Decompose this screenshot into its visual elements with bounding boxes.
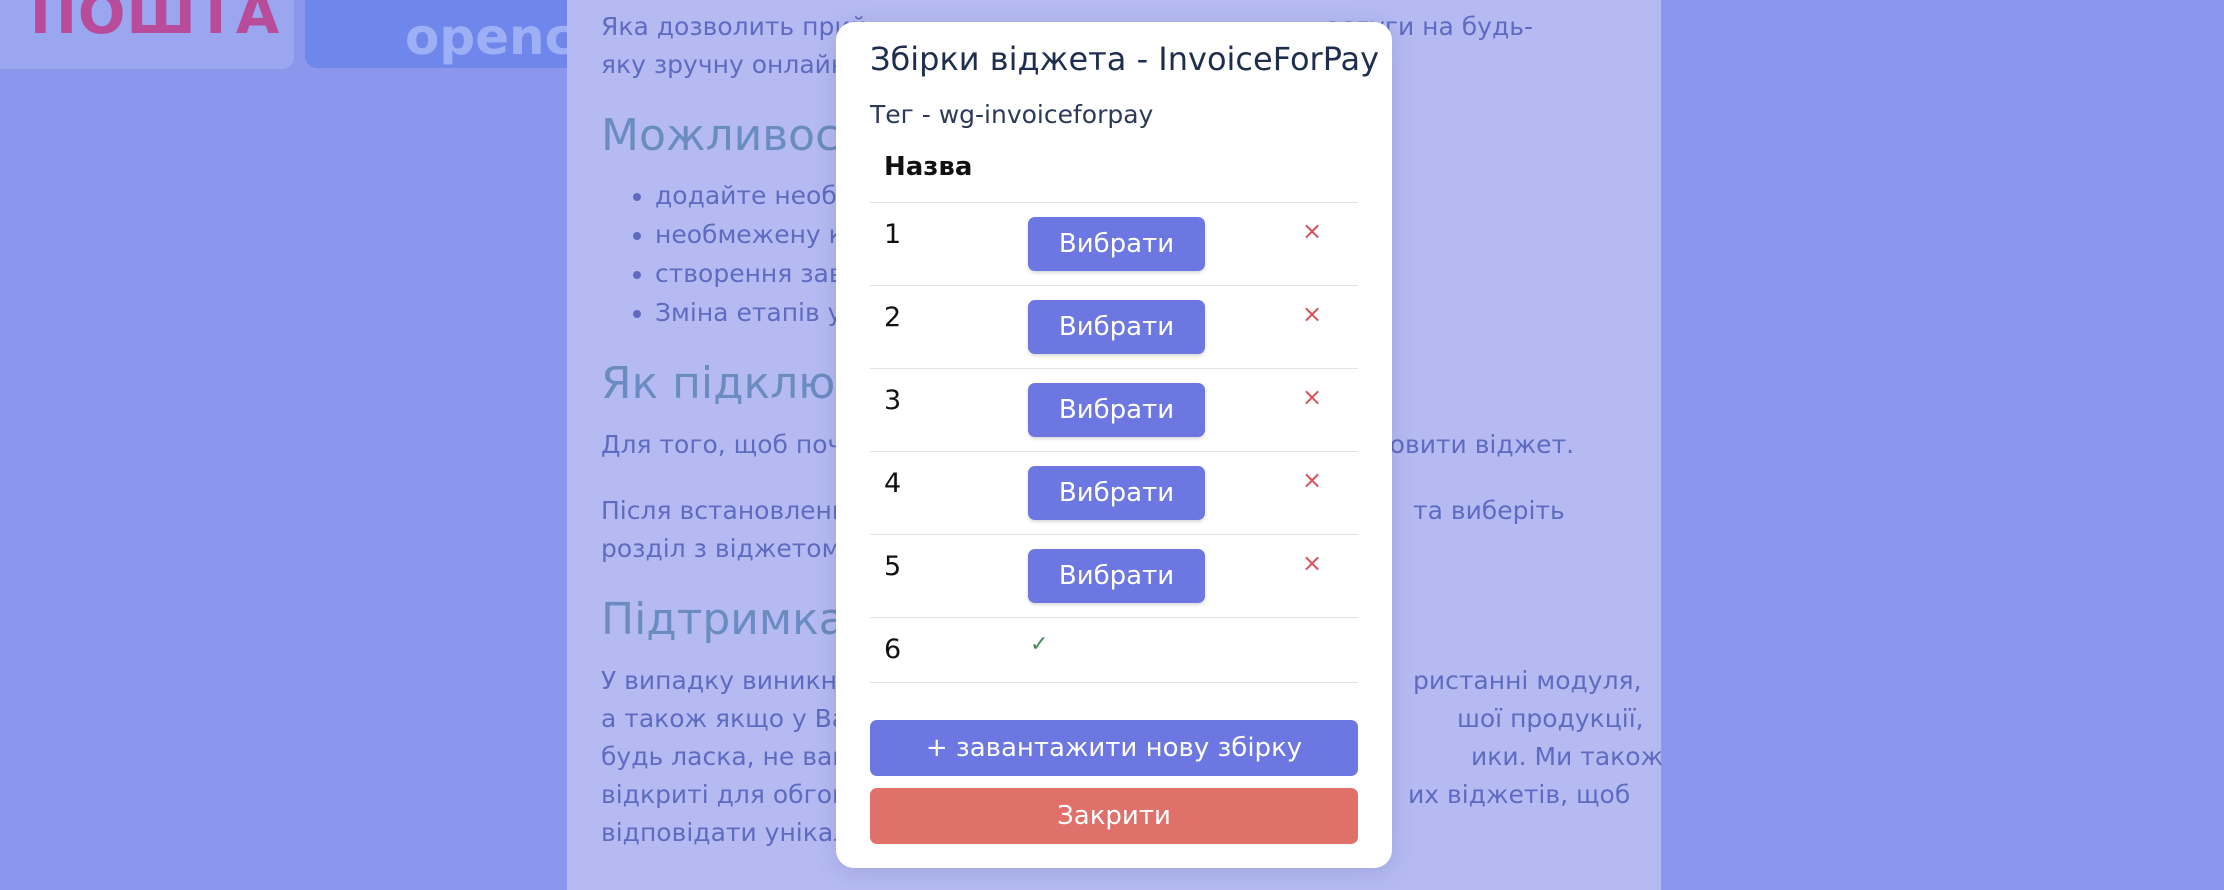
upload-new-build-button[interactable]: + завантажити нову збірку — [870, 720, 1358, 776]
support-line-3-end: ики. Ми також — [1471, 742, 1664, 771]
delete-icon[interactable]: × — [1302, 300, 1322, 328]
select-build-button[interactable]: Вибрати — [1028, 300, 1205, 354]
opencart-card: openc — [305, 0, 585, 68]
table-row: 4 Вибрати × — [870, 452, 1358, 535]
build-name: 6 — [884, 634, 902, 665]
modal-title: Збірки віджета - InvoiceForPay — [870, 40, 1380, 78]
features-list: додайте необ необмежену к створення зав … — [601, 176, 844, 332]
support-line-2: а також якщо у Ва — [601, 704, 848, 733]
connect-line-1: Для того, щоб поч — [601, 430, 843, 459]
support-line-1-end: ристанні модуля, — [1413, 666, 1642, 695]
build-name: 3 — [884, 385, 902, 416]
builds-table: Назва 1 Вибрати × 2 Вибрати × 3 Вибрати … — [870, 150, 1358, 683]
build-name: 5 — [884, 551, 902, 582]
select-build-button[interactable]: Вибрати — [1028, 549, 1205, 603]
heading-support: Підтримка — [601, 594, 846, 645]
intro-line-1: Яка дозволить прий — [601, 12, 867, 41]
build-name: 2 — [884, 302, 902, 333]
table-row: 5 Вибрати × — [870, 535, 1358, 618]
widget-builds-modal: Збірки віджета - InvoiceForPay Тег - wg-… — [836, 22, 1392, 868]
support-line-1: У випадку виникн — [601, 666, 837, 695]
table-row: 2 Вибрати × — [870, 286, 1358, 369]
delete-icon[interactable]: × — [1302, 383, 1322, 411]
support-line-5: відповідати унікал — [601, 818, 850, 847]
features-item: створення зав — [655, 254, 844, 293]
support-line-4-end: их віджетів, щоб — [1408, 780, 1631, 809]
checkmark-icon: ✓ — [1030, 632, 1049, 657]
build-name: 4 — [884, 468, 902, 499]
heading-connect: Як підключ — [601, 358, 862, 409]
select-build-button[interactable]: Вибрати — [1028, 217, 1205, 271]
delete-icon[interactable]: × — [1302, 466, 1322, 494]
widget-tag-label: Тег - wg-invoiceforpay — [870, 100, 1154, 129]
delete-icon[interactable]: × — [1302, 217, 1322, 245]
heading-features: Можливос — [601, 110, 840, 161]
table-row: 3 Вибрати × — [870, 369, 1358, 452]
after-install-line-1: Після встановленн — [601, 496, 849, 525]
support-line-3: будь ласка, не ваг — [601, 742, 846, 771]
features-item: додайте необ — [655, 176, 844, 215]
close-button[interactable]: Закрити — [870, 788, 1358, 844]
after-install-line-2: розділ з віджетом — [601, 534, 841, 563]
after-install-line-1-end: та виберіть — [1413, 496, 1565, 525]
table-row: 1 Вибрати × — [870, 203, 1358, 286]
support-line-2-end: шої продукції, — [1457, 704, 1644, 733]
intro-line-2: яку зручну онлайн — [601, 50, 848, 79]
table-row-selected: 6 ✓ — [870, 618, 1358, 683]
select-build-button[interactable]: Вибрати — [1028, 383, 1205, 437]
features-item: необмежену к — [655, 215, 844, 254]
select-build-button[interactable]: Вибрати — [1028, 466, 1205, 520]
opencart-logo-text: openc — [405, 8, 575, 66]
logo-text: ПОШТА — [30, 0, 281, 47]
delete-icon[interactable]: × — [1302, 549, 1322, 577]
features-item: Зміна етапів у — [655, 293, 844, 332]
column-header-name: Назва — [884, 152, 973, 182]
table-header: Назва — [870, 150, 1358, 203]
support-line-4: відкриті для обгов — [601, 780, 847, 809]
build-name: 1 — [884, 219, 902, 250]
